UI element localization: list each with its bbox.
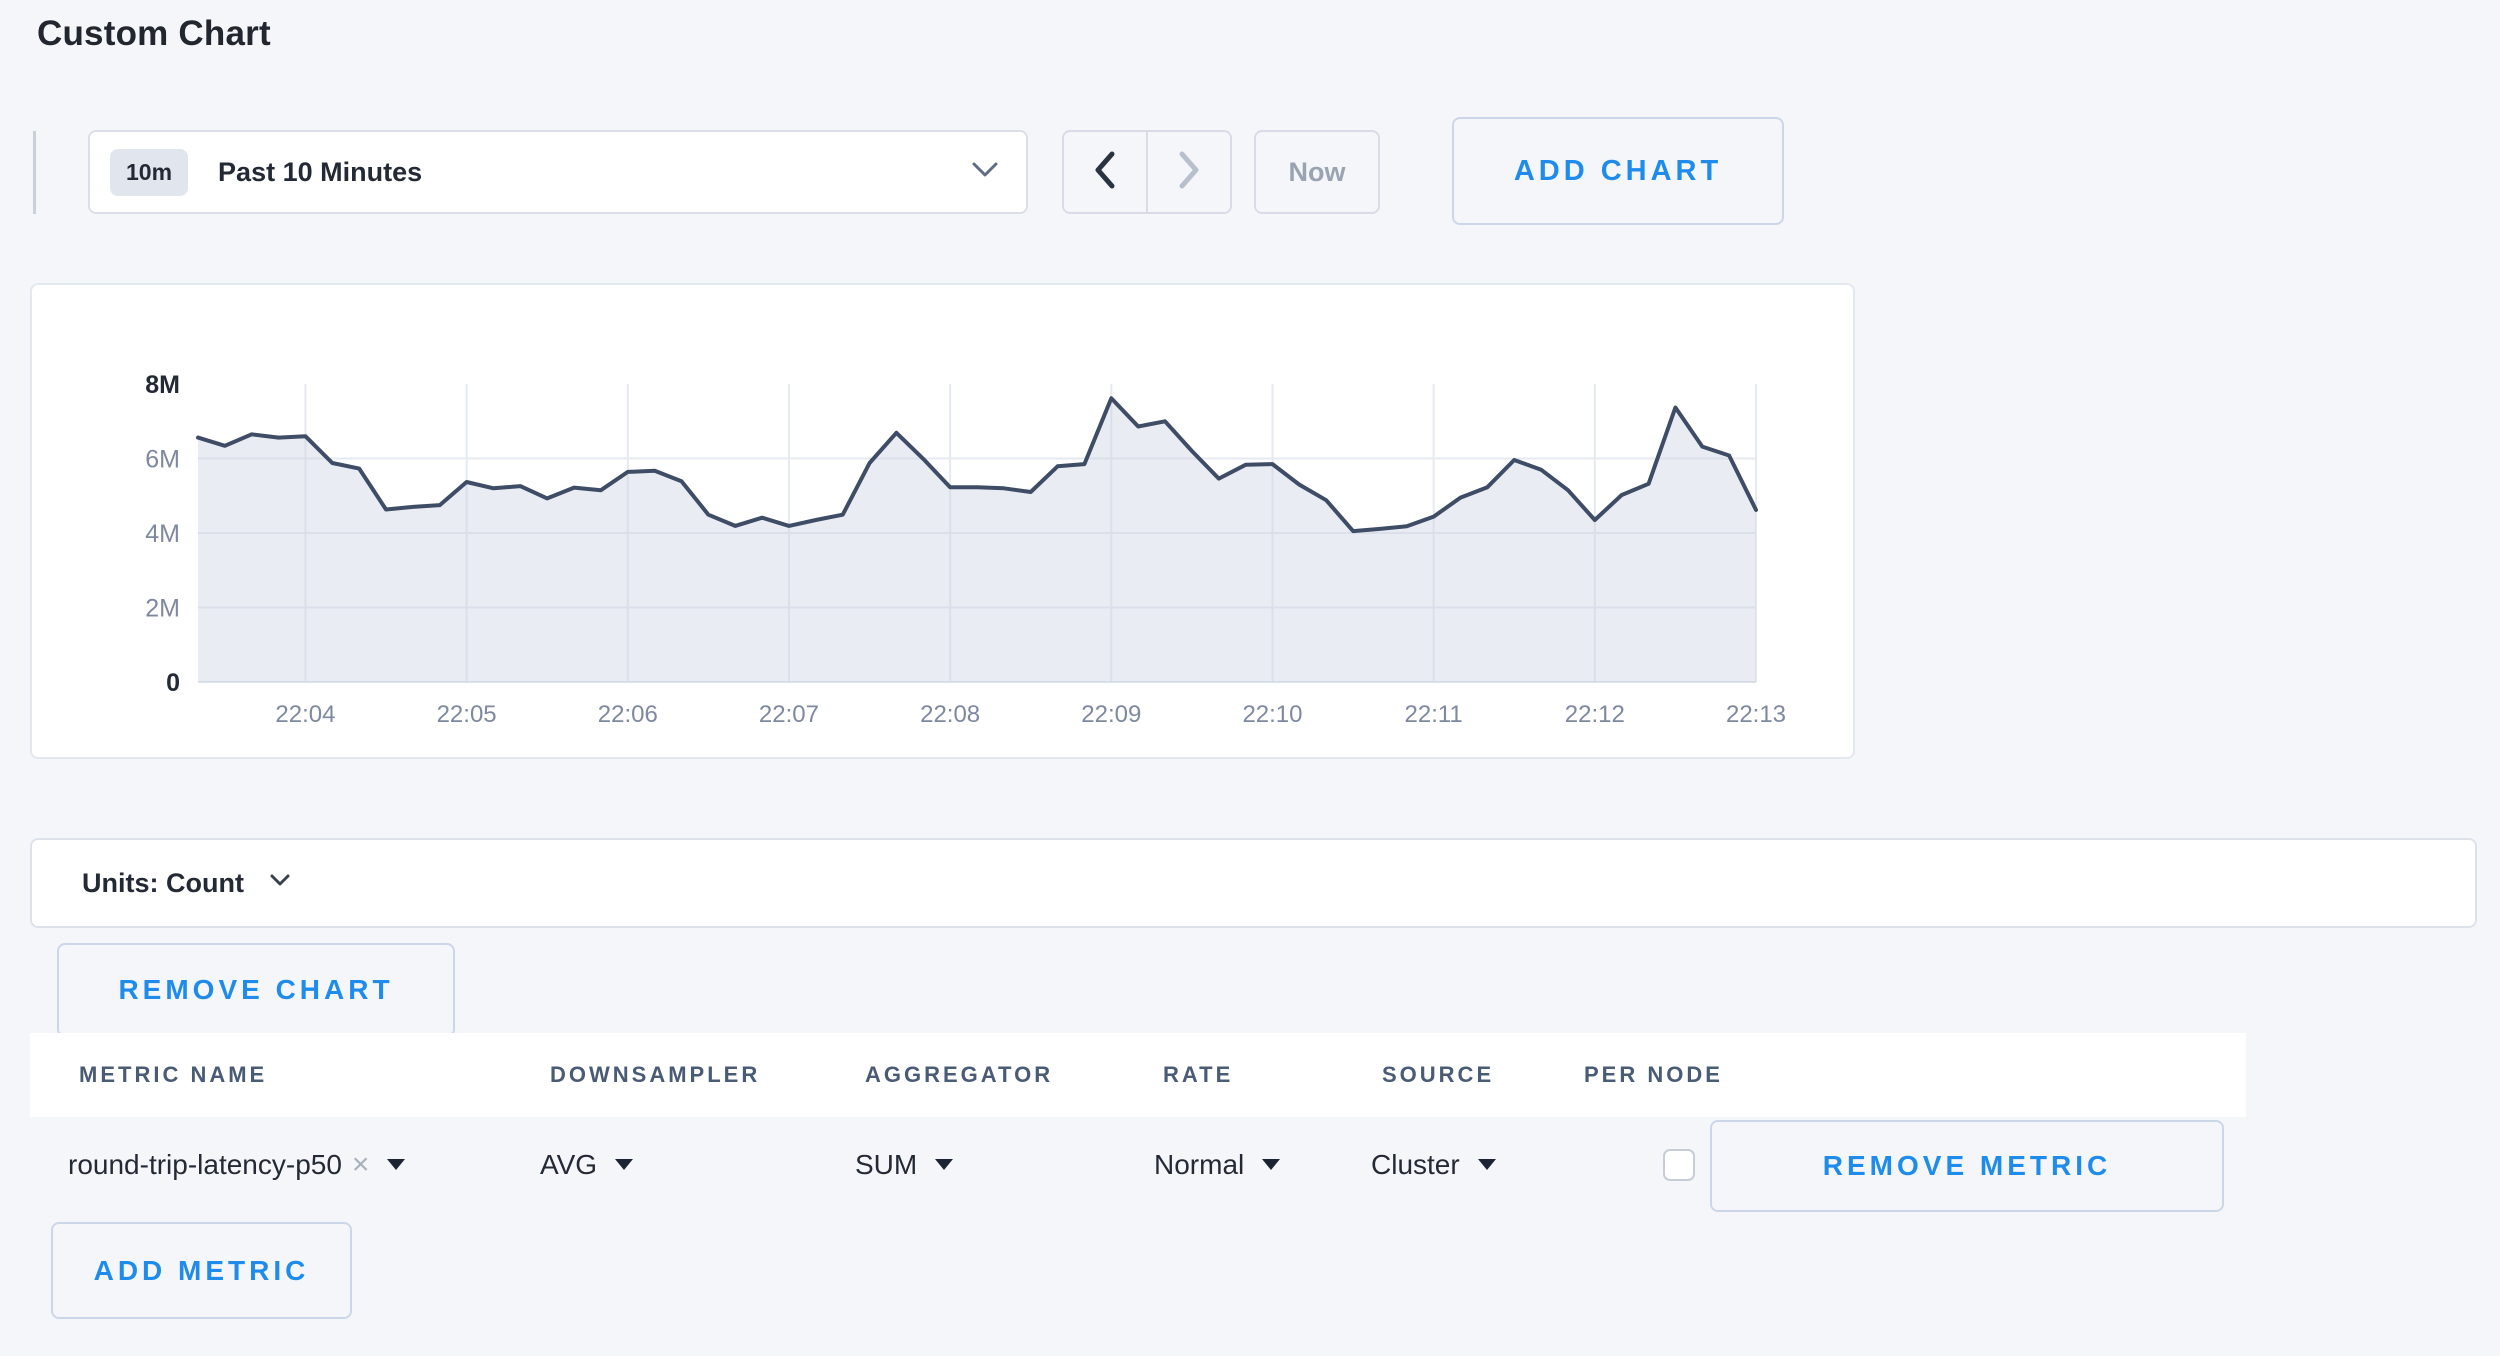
now-button[interactable]: Now [1254,130,1380,214]
metrics-table-header: METRIC NAME DOWNSAMPLER AGGREGATOR RATE … [30,1033,2246,1117]
units-label: Units: Count [82,868,244,899]
svg-text:22:08: 22:08 [920,701,980,728]
clear-metric-icon[interactable]: × [352,1148,370,1182]
chevron-right-icon [1178,151,1200,194]
svg-text:2M: 2M [145,595,180,623]
time-selector-left-divider [33,131,36,214]
column-header-downsampler: DOWNSAMPLER [550,1062,760,1088]
svg-text:6M: 6M [145,446,180,474]
remove-metric-button[interactable]: REMOVE METRIC [1710,1120,2224,1212]
units-dropdown[interactable]: Units: Count [30,838,2477,928]
svg-text:22:04: 22:04 [275,701,335,728]
svg-text:22:07: 22:07 [759,701,819,728]
add-metric-button[interactable]: ADD METRIC [51,1222,352,1319]
rate-value: Normal [1154,1149,1244,1181]
column-header-aggregator: AGGREGATOR [865,1062,1053,1088]
caret-down-icon [1478,1159,1496,1170]
svg-text:0: 0 [166,669,180,697]
remove-chart-button[interactable]: REMOVE CHART [57,943,455,1037]
caret-down-icon [935,1159,953,1170]
chevron-down-icon [972,162,998,183]
metric-name-value: round-trip-latency-p50 [68,1149,342,1181]
svg-text:22:06: 22:06 [598,701,658,728]
column-header-per-node: PER NODE [1584,1062,1723,1088]
svg-text:8M: 8M [145,371,180,399]
caret-down-icon [387,1159,405,1170]
chevron-down-icon [270,874,290,892]
svg-text:22:11: 22:11 [1405,701,1463,728]
shift-back-button[interactable] [1064,132,1148,212]
per-node-checkbox[interactable] [1663,1149,1695,1181]
svg-text:22:05: 22:05 [437,701,497,728]
time-shift-button-group [1062,130,1232,214]
rate-dropdown[interactable]: Normal [1154,1149,1280,1181]
downsampler-dropdown[interactable]: AVG [540,1149,633,1181]
svg-text:22:10: 22:10 [1242,701,1302,728]
source-value: Cluster [1371,1149,1460,1181]
svg-text:4M: 4M [145,520,180,548]
add-chart-button[interactable]: ADD CHART [1452,117,1784,225]
downsampler-value: AVG [540,1149,597,1181]
shift-forward-button[interactable] [1148,132,1230,212]
column-header-rate: RATE [1163,1062,1233,1088]
svg-text:22:13: 22:13 [1726,701,1786,728]
chevron-left-icon [1094,151,1116,194]
time-scale-badge: 10m [110,149,188,196]
aggregator-dropdown[interactable]: SUM [855,1149,953,1181]
custom-chart-svg: 22:04 22:05 22:06 22:07 22:08 22:09 22:10 22:11… [32,285,1853,757]
svg-text:22:09: 22:09 [1081,701,1141,728]
page-title: Custom Chart [37,14,271,54]
chart-card: 22:04 22:05 22:06 22:07 22:08 22:09 22:10 22:11… [30,283,1855,759]
column-header-metric-name: METRIC NAME [79,1062,267,1088]
caret-down-icon [1262,1159,1280,1170]
source-dropdown[interactable]: Cluster [1371,1149,1496,1181]
svg-text:22:12: 22:12 [1565,701,1625,728]
caret-down-icon [615,1159,633,1170]
column-header-source: SOURCE [1382,1062,1494,1088]
time-range-label: Past 10 Minutes [218,157,422,188]
aggregator-value: SUM [855,1149,917,1181]
metric-name-dropdown[interactable]: round-trip-latency-p50 × [68,1148,405,1182]
time-range-dropdown[interactable]: 10m Past 10 Minutes [88,130,1028,214]
